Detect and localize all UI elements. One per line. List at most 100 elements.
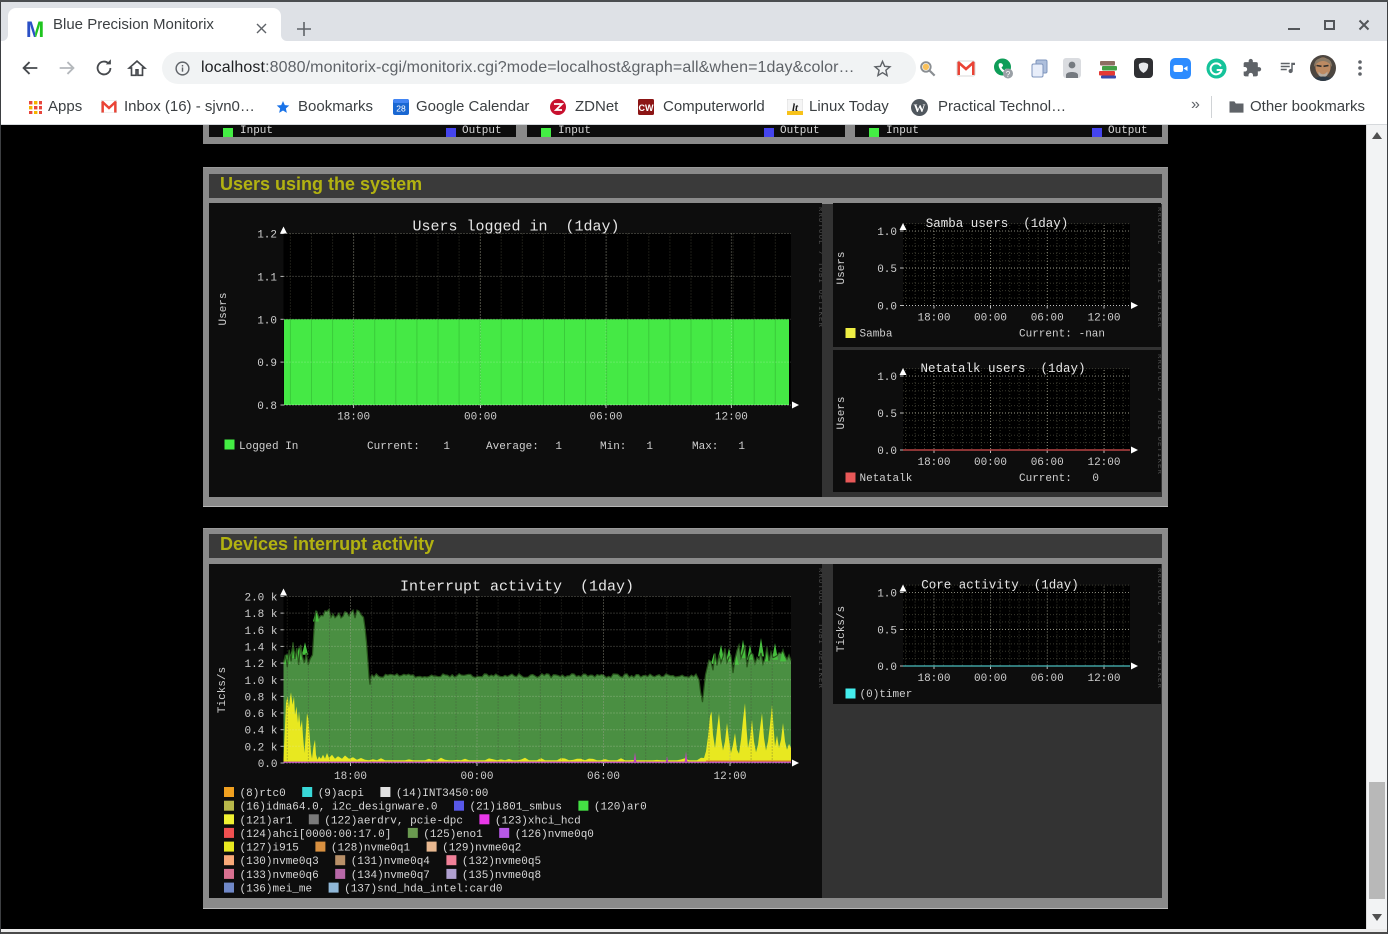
svg-text:(134)nvme0q7: (134)nvme0q7 <box>351 870 430 882</box>
svg-text:1: 1 <box>443 441 450 453</box>
svg-text:(9)acpi: (9)acpi <box>318 788 365 800</box>
svg-text:Core activity (1day): Core activity (1day) <box>921 579 1079 593</box>
svg-text:(130)nvme0q3: (130)nvme0q3 <box>240 856 319 868</box>
svg-text:(132)nvme0q5: (132)nvme0q5 <box>462 856 541 868</box>
svg-text:00:00: 00:00 <box>464 412 497 424</box>
svg-text:Netatalk: Netatalk <box>860 473 913 485</box>
svg-text:Users: Users <box>836 396 848 429</box>
svg-text:(125)eno1: (125)eno1 <box>423 829 483 841</box>
svg-text:1: 1 <box>646 441 653 453</box>
svg-text:0.2 k: 0.2 k <box>244 742 277 754</box>
svg-text:W: W <box>914 101 926 115</box>
svg-text:Samba: Samba <box>860 329 893 341</box>
svg-text:(8)rtc0: (8)rtc0 <box>240 788 286 800</box>
svg-text:(122)aerdrv, pcie-dpc: (122)aerdrv, pcie-dpc <box>324 815 463 827</box>
svg-text:RRDTOOL / TOBI OETIKER: RRDTOOL / TOBI OETIKER <box>816 207 822 328</box>
svg-text:06:00: 06:00 <box>1031 313 1064 325</box>
svg-text:1.0: 1.0 <box>257 315 277 327</box>
svg-text:RRDTOOL / TOBI OETIKER: RRDTOOL / TOBI OETIKER <box>1155 354 1161 475</box>
svg-text:lt: lt <box>792 102 799 114</box>
svg-text:(133)nvme0q6: (133)nvme0q6 <box>240 870 319 882</box>
svg-text:(137)snd_hda_intel:card0: (137)snd_hda_intel:card0 <box>344 884 502 896</box>
svg-text:00:00: 00:00 <box>974 673 1007 685</box>
svg-text:(16)idma64.0, i2c_designware.0: (16)idma64.0, i2c_designware.0 <box>240 802 438 814</box>
svg-text:0.8 k: 0.8 k <box>244 692 277 704</box>
svg-text:18:00: 18:00 <box>334 771 367 783</box>
svg-text:0: 0 <box>1092 473 1099 485</box>
svg-text:12:00: 12:00 <box>1087 673 1120 685</box>
svg-text:1.1: 1.1 <box>257 272 277 284</box>
svg-text:Current:: Current: <box>1019 329 1072 341</box>
svg-text:1.0: 1.0 <box>877 227 897 239</box>
svg-text:18:00: 18:00 <box>337 412 370 424</box>
svg-text:(135)nvme0q8: (135)nvme0q8 <box>462 870 541 882</box>
svg-text:1: 1 <box>555 441 562 453</box>
svg-text:(21)i801_smbus: (21)i801_smbus <box>470 802 562 814</box>
svg-text:-nan: -nan <box>1079 329 1105 341</box>
svg-text:Max:: Max: <box>692 441 718 453</box>
svg-text:1.0: 1.0 <box>877 589 897 601</box>
svg-text:1.0 k: 1.0 k <box>244 676 277 688</box>
svg-text:0.4 k: 0.4 k <box>244 726 277 738</box>
svg-text:06:00: 06:00 <box>589 412 622 424</box>
svg-text:1.8 k: 1.8 k <box>244 609 277 621</box>
svg-text:12:00: 12:00 <box>713 771 746 783</box>
svg-text:Users: Users <box>836 251 848 284</box>
svg-text:0.9: 0.9 <box>257 358 277 370</box>
svg-text:00:00: 00:00 <box>974 313 1007 325</box>
svg-text:00:00: 00:00 <box>460 771 493 783</box>
svg-text:Netatalk users (1day): Netatalk users (1day) <box>920 362 1085 376</box>
svg-text:1.2 k: 1.2 k <box>244 659 277 671</box>
svg-text:RRDTOOL / TOBI OETIKER: RRDTOOL / TOBI OETIKER <box>816 568 822 689</box>
svg-text:28: 28 <box>396 104 406 114</box>
svg-text:06:00: 06:00 <box>1031 673 1064 685</box>
svg-text:0.5: 0.5 <box>877 264 897 276</box>
svg-text:1.4 k: 1.4 k <box>244 642 277 654</box>
svg-text:18:00: 18:00 <box>917 457 950 469</box>
svg-text:1.0: 1.0 <box>877 372 897 384</box>
svg-text:Min:: Min: <box>600 441 626 453</box>
svg-text:1.6 k: 1.6 k <box>244 626 277 638</box>
svg-text:(124)ahci[0000:00:17.0]: (124)ahci[0000:00:17.0] <box>240 829 392 841</box>
svg-text:0.0: 0.0 <box>877 662 897 674</box>
svg-text:0.0: 0.0 <box>258 759 278 771</box>
svg-text:(129)nvme0q2: (129)nvme0q2 <box>442 843 521 855</box>
svg-text:Ticks/s: Ticks/s <box>217 667 229 713</box>
svg-text:0.5: 0.5 <box>877 409 897 421</box>
svg-text:0.6 k: 0.6 k <box>244 709 277 721</box>
svg-text:(131)nvme0q4: (131)nvme0q4 <box>351 856 431 868</box>
svg-text:1: 1 <box>738 441 745 453</box>
svg-text:18:00: 18:00 <box>917 673 950 685</box>
svg-text:0.0: 0.0 <box>877 446 897 458</box>
svg-text:RRDTOOL / TOBI OETIKER: RRDTOOL / TOBI OETIKER <box>1155 207 1161 328</box>
svg-text:(120)ar0: (120)ar0 <box>594 802 647 814</box>
svg-text:12:00: 12:00 <box>1087 313 1120 325</box>
svg-text:12:00: 12:00 <box>715 412 748 424</box>
svg-text:(121)ar1: (121)ar1 <box>240 815 293 827</box>
svg-text:(0)timer: (0)timer <box>860 689 913 701</box>
svg-text:Samba users (1day): Samba users (1day) <box>926 217 1069 231</box>
svg-text:?: ? <box>1006 70 1011 79</box>
svg-text:0.0: 0.0 <box>877 302 897 314</box>
svg-text:06:00: 06:00 <box>1031 457 1064 469</box>
svg-text:(128)nvme0q1: (128)nvme0q1 <box>331 843 411 855</box>
svg-text:1.2: 1.2 <box>257 230 277 242</box>
svg-text:(14)INT3450:00: (14)INT3450:00 <box>396 788 488 800</box>
svg-text:(123)xhci_hcd: (123)xhci_hcd <box>495 815 581 827</box>
svg-text:Current:: Current: <box>1019 473 1072 485</box>
svg-text:(127)i915: (127)i915 <box>240 843 299 855</box>
svg-text:00:00: 00:00 <box>974 457 1007 469</box>
svg-text:Current:: Current: <box>367 441 420 453</box>
svg-text:Logged In: Logged In <box>239 441 298 453</box>
svg-text:Users logged in (1day): Users logged in (1day) <box>412 219 619 236</box>
svg-text:0.8: 0.8 <box>257 401 277 413</box>
svg-text:CW: CW <box>639 103 654 113</box>
svg-text:Users: Users <box>218 292 230 325</box>
svg-text:12:00: 12:00 <box>1087 457 1120 469</box>
svg-text:(126)nvme0q0: (126)nvme0q0 <box>515 829 594 841</box>
svg-text:0.5: 0.5 <box>877 626 897 638</box>
svg-text:RRDTOOL / TOBI OETIKER: RRDTOOL / TOBI OETIKER <box>1155 568 1161 689</box>
svg-text:Ticks/s: Ticks/s <box>836 606 848 652</box>
svg-text:06:00: 06:00 <box>587 771 620 783</box>
svg-text:Interrupt activity (1day): Interrupt activity (1day) <box>400 579 634 596</box>
